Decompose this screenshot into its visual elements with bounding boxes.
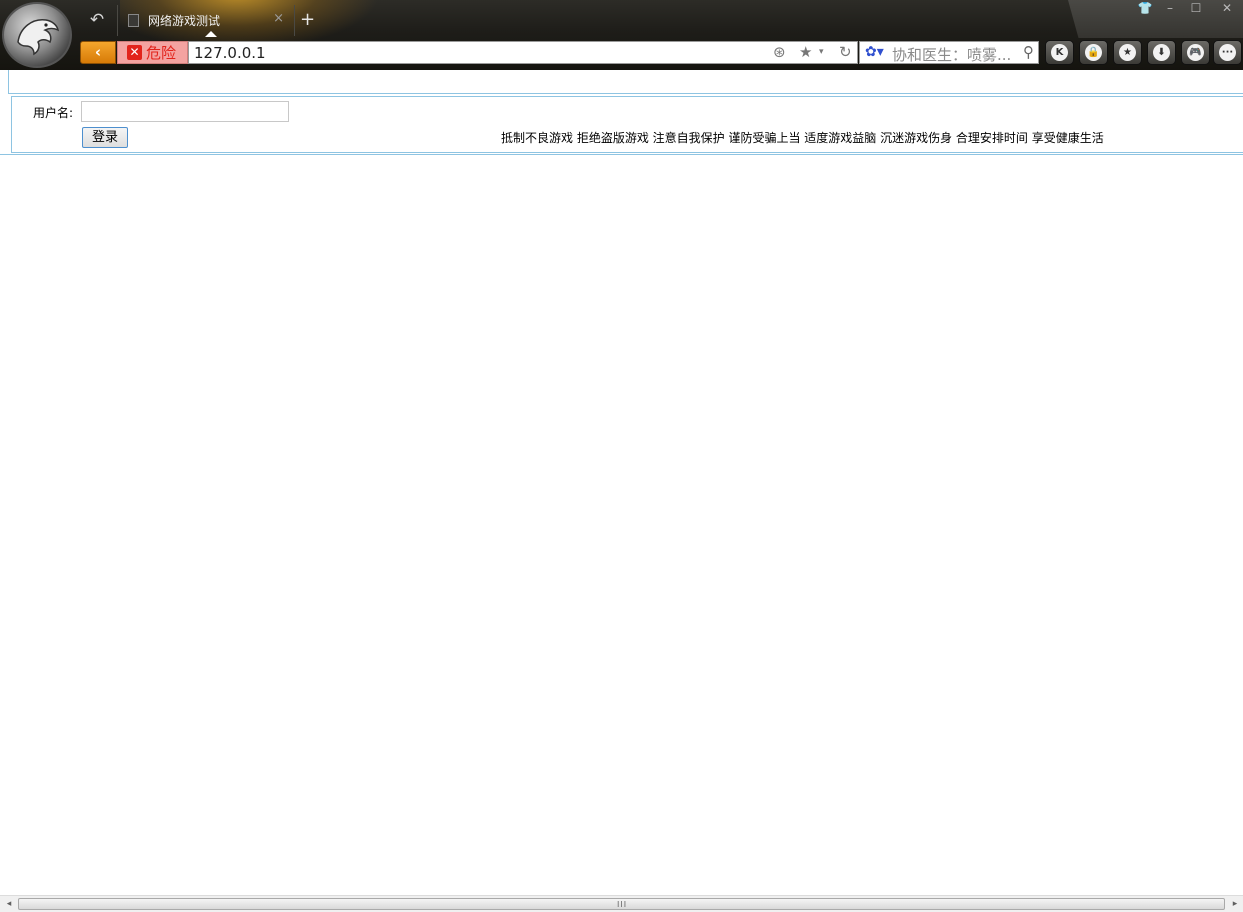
page-document-icon — [128, 14, 139, 27]
panel-bottom-line — [0, 154, 1243, 155]
close-window-button[interactable]: ✕ — [1215, 0, 1239, 18]
baidu-paw-icon[interactable]: ✿▾ — [865, 44, 884, 60]
username-input[interactable] — [81, 101, 289, 122]
tab-title: 网络游戏测试 — [148, 14, 221, 28]
browser-logo-icon[interactable] — [2, 2, 72, 68]
minimize-button[interactable]: – — [1158, 0, 1182, 18]
scroll-right-icon[interactable]: ▸ — [1228, 898, 1242, 911]
bookmark-star-icon[interactable]: ★ — [799, 44, 812, 61]
download-icon: ⬇ — [1153, 44, 1170, 61]
danger-icon: ✕ — [127, 45, 142, 60]
undo-close-tab-icon[interactable]: ↶ — [86, 9, 108, 31]
health-game-slogan: 抵制不良游戏 拒绝盗版游戏 注意自我保护 谨防受骗上当 适度游戏益脑 沉迷游戏伤… — [501, 131, 1104, 145]
scroll-grip: III — [617, 900, 628, 909]
new-tab-button[interactable]: + — [300, 9, 315, 31]
login-button[interactable]: 登录 — [82, 127, 128, 148]
address-bar[interactable]: 127.0.0.1 ⊛ ★ ▾ ↻ — [188, 41, 858, 64]
address-input[interactable]: 127.0.0.1 — [194, 44, 266, 62]
lock-icon: 🔒 — [1085, 44, 1102, 61]
search-box[interactable]: ✿▾ 协和医生：喷雾... ⚲ — [859, 41, 1039, 64]
search-icon[interactable]: ⚲ — [1023, 43, 1034, 61]
browser-tab[interactable]: 网络游戏测试 × — [117, 5, 295, 37]
dropdown-chevron-icon[interactable]: ▾ — [819, 44, 824, 61]
danger-label: 危险 — [146, 44, 177, 62]
scroll-left-icon[interactable]: ◂ — [2, 898, 16, 911]
search-input[interactable]: 协和医生：喷雾... — [892, 44, 1011, 65]
more-button[interactable]: ··· — [1213, 40, 1242, 65]
gamepad-icon: 🎮 — [1187, 44, 1204, 61]
security-status-badge[interactable]: ✕ 危险 — [117, 41, 188, 64]
skin-icon[interactable]: 👕 — [1133, 0, 1157, 18]
favorites-button[interactable]: ★ — [1113, 40, 1142, 65]
download-button[interactable]: ⬇ — [1147, 40, 1176, 65]
browser-chrome: ↶ 网络游戏测试 × + 👕 – ☐ ✕ ‹ ✕ 危险 127.0.0.1 ⊛ … — [0, 0, 1243, 70]
games-button[interactable]: 🎮 — [1181, 40, 1210, 65]
frame-divider — [8, 93, 1243, 94]
star-icon: ★ — [1119, 44, 1136, 61]
horizontal-scrollbar[interactable]: ◂ III ▸ — [0, 895, 1243, 912]
username-label: 用户名: — [33, 106, 74, 120]
back-button[interactable]: ‹ — [80, 41, 116, 64]
more-icon: ··· — [1219, 44, 1236, 61]
lock-button[interactable]: 🔒 — [1079, 40, 1108, 65]
k-extension-button[interactable]: K — [1045, 40, 1074, 65]
speed-mode-icon[interactable]: ⊛ — [773, 44, 786, 61]
refresh-icon[interactable]: ↻ — [839, 44, 852, 61]
maximize-button[interactable]: ☐ — [1184, 0, 1208, 18]
tab-pointer — [205, 31, 217, 37]
page-content: 用户名: 登录 抵制不良游戏 拒绝盗版游戏 注意自我保护 谨防受骗上当 适度游戏… — [0, 70, 1243, 895]
k-icon: K — [1051, 44, 1068, 61]
frame-border — [8, 70, 9, 94]
scroll-thumb[interactable]: III — [18, 898, 1225, 910]
tab-close-icon[interactable]: × — [273, 11, 284, 26]
